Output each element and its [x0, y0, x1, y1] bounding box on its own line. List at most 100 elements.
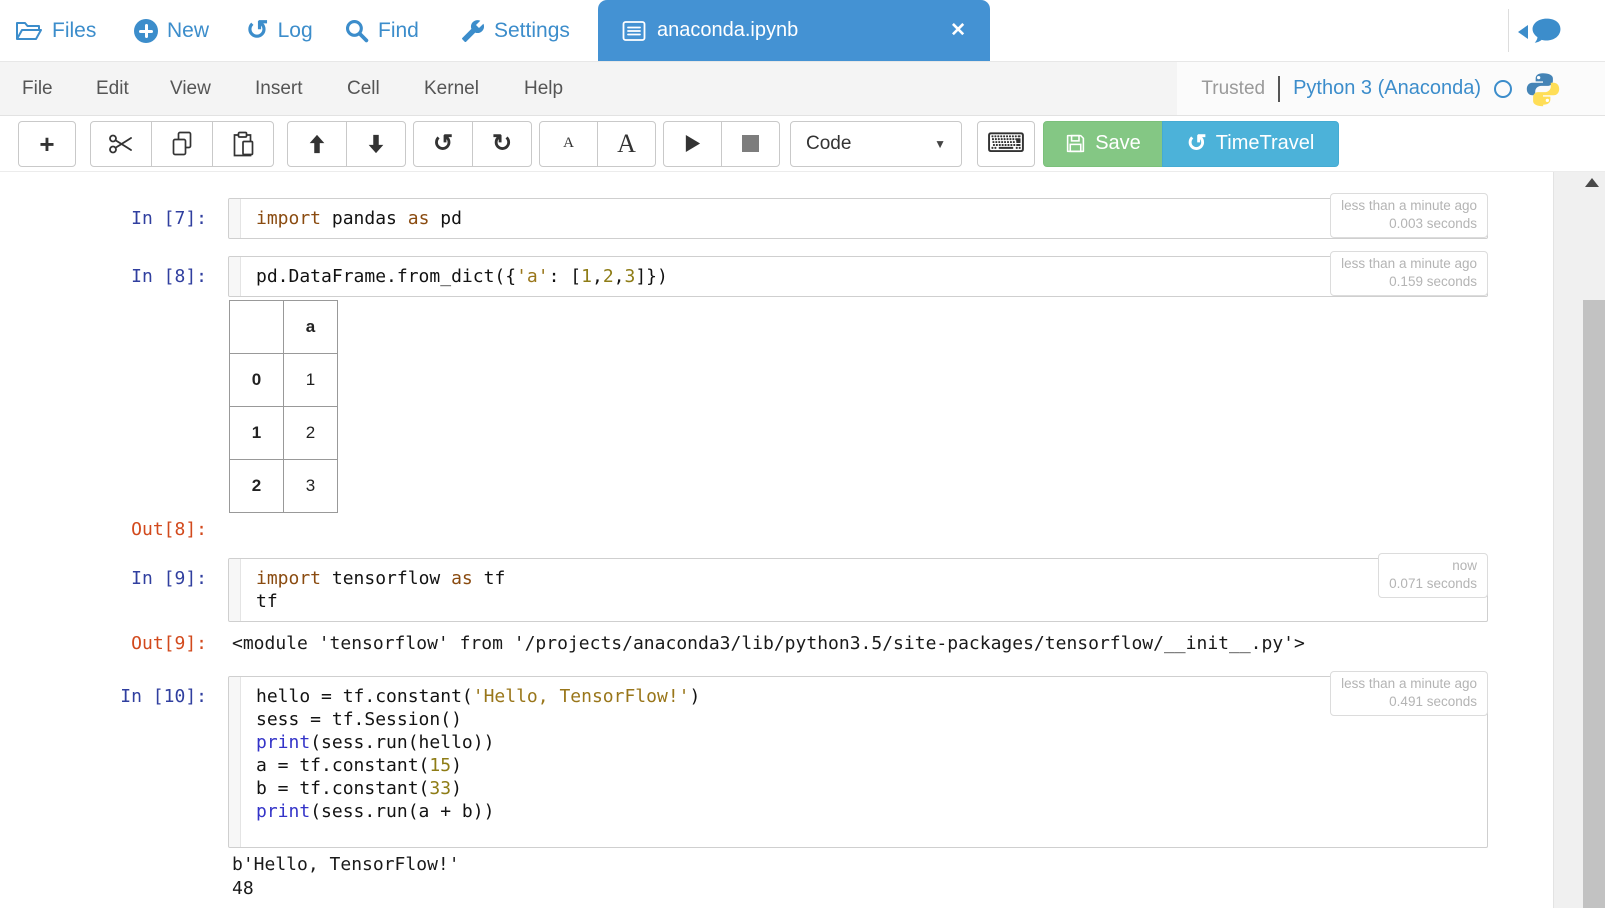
output-prompt: Out[9]:	[0, 633, 215, 654]
cell-gutter	[229, 559, 241, 621]
menu-insert[interactable]: Insert	[255, 62, 303, 115]
code-cell-10: In [10]: hello = tf.constant('Hello, Ten…	[0, 676, 1553, 848]
timetravel-button-label: TimeTravel	[1216, 132, 1315, 155]
caret-down-icon: ▼	[934, 137, 946, 151]
scissors-icon	[108, 132, 134, 156]
menu-cell[interactable]: Cell	[347, 62, 380, 115]
nav-log[interactable]: ↺ Log	[246, 0, 313, 61]
keyboard-shortcuts-button[interactable]: ⌨	[977, 121, 1035, 167]
cell-timestamp: less than a minute ago 0.159 seconds	[1330, 251, 1488, 296]
kernel-idle-indicator	[1494, 80, 1512, 98]
output-row-9: Out[9]: <module 'tensorflow' from '/proj…	[0, 633, 1553, 654]
output-row-8: Out[8]:	[0, 519, 1553, 540]
font-small-icon: A	[563, 135, 574, 152]
code-cell-9: In [9]: import tensorflow as tftf now 0.…	[0, 558, 1553, 622]
decrease-font-button[interactable]: A	[539, 121, 598, 167]
nav-files[interactable]: Files	[15, 0, 96, 61]
output-prompt: Out[8]:	[0, 519, 215, 540]
input-prompt: In [7]:	[0, 198, 215, 229]
nav-settings[interactable]: Settings	[461, 0, 570, 61]
code-cell-8: In [8]: pd.DataFrame.from_dict({'a': [1,…	[0, 256, 1553, 513]
tab-anaconda-ipynb[interactable]: anaconda.ipynb ✕	[598, 0, 990, 61]
vertical-scrollbar-track[interactable]	[1553, 172, 1605, 908]
paste-cell-button[interactable]	[212, 121, 274, 167]
code-input[interactable]: pd.DataFrame.from_dict({'a': [1,2,3]}) l…	[228, 256, 1488, 297]
play-icon	[683, 133, 702, 154]
cut-cell-button[interactable]	[90, 121, 152, 167]
code-input[interactable]: import pandas as pd less than a minute a…	[228, 198, 1488, 239]
timetravel-button[interactable]: ↺ TimeTravel	[1162, 121, 1339, 167]
cell-type-value: Code	[806, 133, 851, 155]
menu-edit[interactable]: Edit	[96, 62, 129, 115]
kernel-status-bar: Trusted Python 3 (Anaconda)	[1177, 62, 1605, 115]
nav-find-label: Find	[378, 19, 419, 43]
cell-type-select[interactable]: Code ▼	[790, 121, 962, 167]
trusted-label: Trusted	[1201, 78, 1265, 100]
notebook-menu-bar: File Edit View Insert Cell Kernel Help T…	[0, 61, 1605, 116]
notebook-toolbar: +	[0, 116, 1605, 172]
run-cell-button[interactable]	[663, 121, 722, 167]
code-editor[interactable]: hello = tf.constant('Hello, TensorFlow!'…	[241, 677, 1487, 847]
menu-view[interactable]: View	[170, 62, 211, 115]
move-cell-down-button[interactable]	[346, 121, 406, 167]
plus-icon: +	[39, 131, 54, 157]
stdout-output: b'Hello, TensorFlow!' 48	[232, 853, 1553, 901]
input-prompt: In [9]:	[0, 558, 215, 589]
nav-settings-label: Settings	[494, 19, 570, 43]
search-icon	[344, 18, 369, 43]
timetravel-history-icon: ↺	[1187, 132, 1207, 156]
nav-find[interactable]: Find	[344, 0, 419, 61]
cell-gutter	[229, 677, 241, 847]
code-input[interactable]: hello = tf.constant('Hello, TensorFlow!'…	[228, 676, 1488, 848]
menu-kernel[interactable]: Kernel	[424, 62, 479, 115]
arrow-up-icon	[306, 133, 328, 155]
save-button-label: Save	[1095, 132, 1141, 155]
plus-circle-icon	[134, 19, 158, 43]
input-prompt: In [10]:	[0, 676, 215, 707]
top-tab-bar: Files New ↺ Log Find Settings anaconda.i…	[0, 0, 1605, 61]
history-icon: ↺	[246, 17, 269, 44]
interrupt-kernel-button[interactable]	[721, 121, 780, 167]
stop-icon	[742, 135, 759, 152]
code-editor[interactable]: pd.DataFrame.from_dict({'a': [1,2,3]})	[241, 257, 1487, 296]
copy-cell-button[interactable]	[151, 121, 213, 167]
undo-icon: ↺	[433, 132, 453, 156]
tab-title: anaconda.ipynb	[657, 19, 798, 42]
menu-file[interactable]: File	[22, 62, 53, 115]
notebook-file-icon	[622, 20, 646, 42]
font-big-icon: A	[617, 129, 636, 159]
arrow-down-icon	[365, 133, 387, 155]
redo-button[interactable]: ↻	[472, 121, 532, 167]
kernel-name[interactable]: Python 3 (Anaconda)	[1293, 77, 1481, 100]
output-text: <module 'tensorflow' from '/projects/ana…	[232, 633, 1305, 654]
redo-icon: ↻	[492, 132, 512, 156]
chat-toggle-button[interactable]	[1518, 17, 1562, 46]
undo-button[interactable]: ↺	[413, 121, 473, 167]
comment-bubble-icon	[1531, 17, 1562, 46]
notebook-area: In [7]: import pandas as pd less than a …	[0, 172, 1553, 908]
move-cell-up-button[interactable]	[287, 121, 347, 167]
paste-icon	[231, 131, 255, 157]
code-editor[interactable]: import pandas as pd	[241, 199, 1487, 238]
code-input[interactable]: import tensorflow as tftf now 0.071 seco…	[228, 558, 1488, 622]
insert-cell-button[interactable]: +	[18, 121, 76, 167]
floppy-icon	[1065, 133, 1086, 154]
increase-font-button[interactable]: A	[597, 121, 656, 167]
vertical-scrollbar-thumb[interactable]	[1583, 300, 1605, 908]
copy-icon	[170, 131, 194, 157]
code-editor[interactable]: import tensorflow as tftf	[241, 559, 1487, 621]
cell-gutter	[229, 199, 241, 238]
caret-left-icon	[1518, 25, 1528, 39]
trusted-divider	[1278, 76, 1280, 102]
code-cell-7: In [7]: import pandas as pd less than a …	[0, 198, 1553, 239]
nav-new[interactable]: New	[134, 0, 209, 61]
menu-help[interactable]: Help	[524, 62, 563, 115]
save-button[interactable]: Save	[1043, 121, 1163, 167]
nav-new-label: New	[167, 19, 209, 43]
nav-files-label: Files	[52, 19, 96, 43]
dataframe-output-table: a011223	[229, 300, 338, 513]
scroll-up-arrow[interactable]	[1585, 178, 1599, 187]
keyboard-icon: ⌨	[987, 128, 1026, 159]
input-prompt: In [8]:	[0, 256, 215, 287]
tab-close-icon[interactable]: ✕	[950, 19, 966, 42]
